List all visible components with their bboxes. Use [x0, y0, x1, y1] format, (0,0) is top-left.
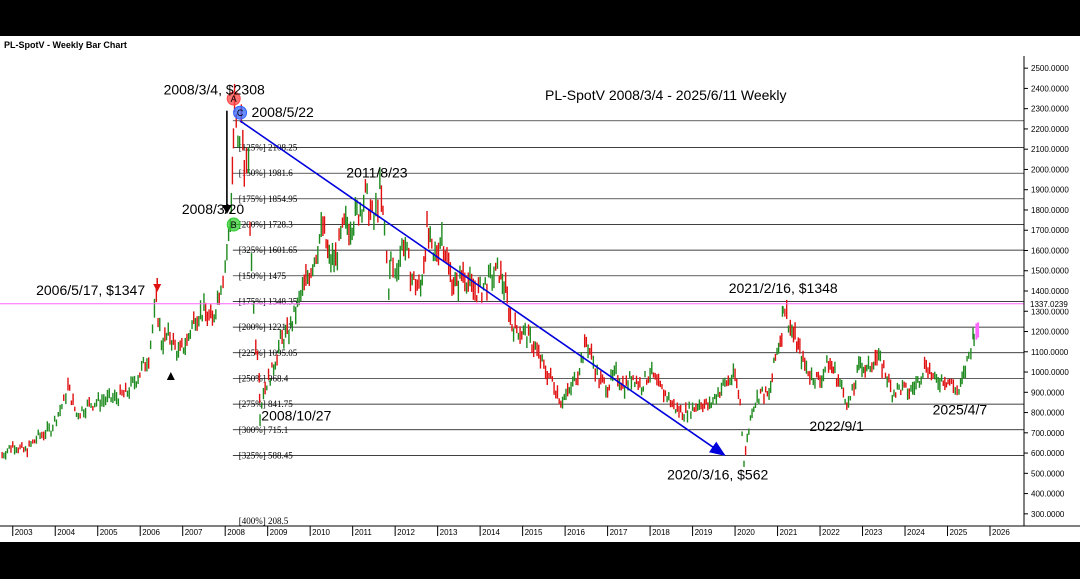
x-tick-label: 2013: [440, 528, 458, 537]
price-chart: PL-SpotV - Weekly Bar Chart PL-SpotV 200…: [0, 36, 1080, 542]
fib-level-label: [200%] 1728.3: [239, 219, 293, 229]
panel-title: PL-SpotV - Weekly Bar Chart: [4, 40, 127, 50]
chart-background: [0, 36, 1080, 542]
x-tick-label: 2017: [610, 528, 628, 537]
x-tick-label: 2005: [100, 528, 118, 537]
x-tick-label: 2021: [780, 528, 798, 537]
annotation: 2006/5/17, $1347: [36, 282, 145, 298]
x-tick-label: 2024: [907, 528, 925, 537]
annotation: 2011/8/23: [346, 165, 407, 181]
fib-level-label: [300%] 715.1: [239, 425, 288, 435]
x-tick-label: 2018: [652, 528, 670, 537]
annotation: 2008/3/20: [182, 201, 244, 217]
y-tick-label: 600.0000: [1031, 449, 1065, 458]
chart-panel: PL-SpotV - Weekly Bar Chart PL-SpotV 200…: [0, 36, 1080, 542]
x-tick-label: 2006: [142, 528, 160, 537]
annotation: 2025/4/7: [933, 402, 988, 418]
x-tick-label: 2014: [482, 528, 500, 537]
fib-level-label: [125%] 2108.25: [239, 143, 298, 153]
fib-level-label: [250%] 968.4: [239, 373, 289, 383]
annotation: 2020/3/16, $562: [667, 466, 768, 482]
x-tick-label: 2008: [227, 528, 245, 537]
y-tick-label: 1600.0000: [1031, 246, 1069, 255]
y-tick-label: 900.0000: [1031, 388, 1065, 397]
y-tick-label: 500.0000: [1031, 469, 1065, 478]
x-tick-label: 2019: [695, 528, 713, 537]
y-tick-label: 2500.0000: [1031, 64, 1069, 73]
y-tick-label: 1200.0000: [1031, 328, 1069, 337]
x-tick-label: 2010: [312, 528, 330, 537]
y-tick-label: 1000.0000: [1031, 368, 1069, 377]
y-tick-label: 800.0000: [1031, 409, 1065, 418]
current-price-label: 1337.0239: [1030, 300, 1068, 309]
x-tick-label: 2004: [57, 528, 75, 537]
y-tick-label: 400.0000: [1031, 490, 1065, 499]
fib-level-label: [225%] 1095.05: [239, 348, 298, 358]
chart-title: PL-SpotV 2008/3/4 - 2025/6/11 Weekly: [545, 87, 787, 103]
y-tick-label: 2400.0000: [1031, 84, 1069, 93]
y-tick-label: 2200.0000: [1031, 125, 1069, 134]
annotation: 2008/5/22: [252, 104, 314, 120]
y-tick-label: 1100.0000: [1031, 348, 1069, 357]
y-tick-label: 2000.0000: [1031, 165, 1069, 174]
y-tick-label: 1900.0000: [1031, 186, 1069, 195]
y-tick-label: 700.0000: [1031, 429, 1065, 438]
y-tick-label: 1800.0000: [1031, 206, 1069, 215]
x-tick-label: 2003: [15, 528, 33, 537]
x-tick-label: 2012: [397, 528, 415, 537]
y-tick-label: 2100.0000: [1031, 145, 1069, 154]
fib-level-label: [175%] 1348.35: [239, 296, 298, 306]
x-tick-label: 2016: [567, 528, 585, 537]
fib-level-label: [150%] 1475: [239, 271, 287, 281]
pivot-marker-label: B: [231, 220, 237, 230]
annotation: 2021/2/16, $1348: [729, 280, 838, 296]
x-tick-label: 2026: [992, 528, 1010, 537]
x-tick-label: 2011: [355, 528, 373, 537]
fib-level-label: [400%] 208.5: [239, 516, 289, 526]
fib-level-label: [325%] 588.45: [239, 450, 293, 460]
x-tick-label: 2015: [525, 528, 543, 537]
y-tick-label: 2300.0000: [1031, 105, 1069, 114]
pivot-marker-label: C: [237, 108, 244, 118]
x-tick-label: 2023: [865, 528, 883, 537]
annotation: 2008/3/4, $2308: [164, 81, 265, 97]
x-tick-label: 2009: [270, 528, 288, 537]
fib-level-label: [325%] 1601.65: [239, 245, 298, 255]
x-tick-label: 2020: [737, 528, 755, 537]
fib-level-label: [175%] 1854.95: [239, 194, 298, 204]
annotation: 2022/9/1: [809, 418, 864, 434]
y-tick-label: 300.0000: [1031, 510, 1065, 519]
x-tick-label: 2007: [185, 528, 203, 537]
y-tick-label: 1500.0000: [1031, 267, 1069, 276]
annotation: 2008/10/27: [261, 408, 331, 424]
y-tick-label: 1700.0000: [1031, 226, 1069, 235]
x-tick-label: 2025: [950, 528, 968, 537]
x-tick-label: 2022: [822, 528, 840, 537]
y-tick-label: 1400.0000: [1031, 287, 1069, 296]
